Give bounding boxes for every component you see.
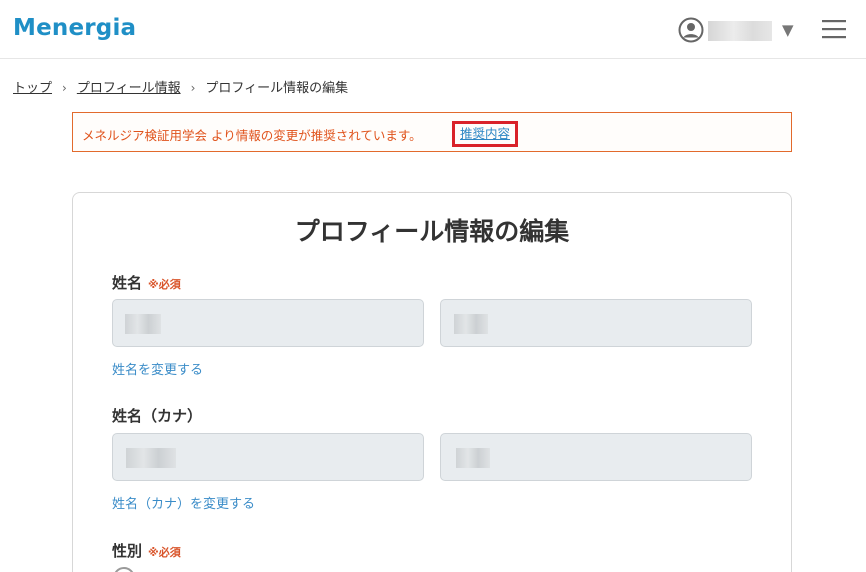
change-name-link[interactable]: 姓名を変更する — [112, 359, 203, 378]
gender-label: 性別 ※必須 — [112, 542, 181, 560]
logo[interactable]: Menergia — [13, 15, 136, 41]
header: Menergia ▼ — [0, 0, 866, 59]
chevron-right-icon: › — [62, 81, 67, 95]
name-kana-label: 姓名（カナ） — [112, 407, 203, 425]
blurred-value — [125, 314, 161, 334]
user-circle-icon[interactable] — [678, 17, 704, 43]
notice-message: メネルジア検証用学会 より情報の変更が推奨されています。 — [82, 128, 422, 143]
required-badge: ※必須 — [148, 546, 181, 559]
blurred-value — [126, 448, 176, 468]
breadcrumb-current: プロフィール情報の編集 — [205, 81, 349, 96]
breadcrumb-profile[interactable]: プロフィール情報 — [77, 81, 181, 96]
recommendation-link[interactable]: 推奨内容 — [452, 121, 519, 147]
first-name-kana-field[interactable] — [440, 433, 752, 481]
breadcrumb: トップ › プロフィール情報 › プロフィール情報の編集 — [13, 77, 348, 96]
name-label: 姓名 ※必須 — [112, 274, 181, 292]
breadcrumb-top[interactable]: トップ — [13, 81, 52, 96]
last-name-kana-field[interactable] — [112, 433, 424, 481]
change-name-kana-link[interactable]: 姓名（カナ）を変更する — [112, 493, 255, 512]
first-name-field[interactable] — [440, 299, 752, 347]
gender-radio[interactable] — [113, 567, 135, 572]
blurred-value — [456, 448, 490, 468]
chevron-right-icon: › — [190, 81, 196, 95]
page-title: プロフィール情報の編集 — [294, 217, 570, 246]
profile-edit-card: プロフィール情報の編集 姓名 ※必須 姓名を変更する 姓名（カナ） 姓名（カナ）を… — [72, 192, 792, 572]
required-badge: ※必須 — [148, 278, 181, 291]
user-name-blurred[interactable] — [708, 21, 772, 41]
recommendation-notice: メネルジア検証用学会 より情報の変更が推奨されています。 推奨内容 — [72, 112, 792, 152]
hamburger-menu-icon[interactable] — [822, 19, 846, 39]
chevron-down-icon[interactable]: ▼ — [782, 21, 794, 39]
last-name-field[interactable] — [112, 299, 424, 347]
blurred-value — [454, 314, 488, 334]
